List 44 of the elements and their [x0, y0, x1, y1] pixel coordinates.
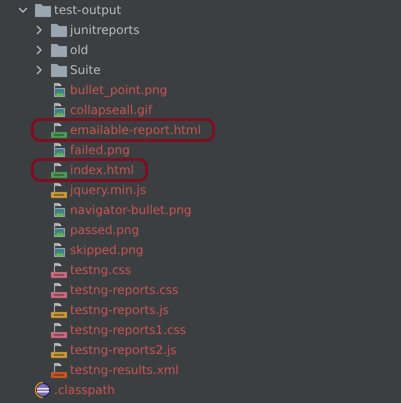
html-file-icon — [51, 122, 67, 138]
chevron-right-icon[interactable] — [34, 65, 44, 75]
chevron-down-icon[interactable] — [18, 5, 28, 15]
tree-item[interactable]: junitreports — [70, 22, 140, 38]
css-file-icon — [51, 262, 67, 278]
image-file-icon — [51, 142, 67, 158]
tree-item[interactable]: .classpath — [54, 382, 115, 398]
tree-item[interactable]: emailable-report.html — [70, 122, 201, 138]
tree-item[interactable]: testng.css — [70, 262, 132, 278]
css-file-icon — [51, 322, 67, 338]
js-file-icon — [51, 182, 67, 198]
tree-item[interactable]: navigator-bullet.png — [70, 202, 192, 218]
folder-icon — [51, 43, 67, 57]
image-file-icon — [51, 202, 67, 218]
xml-file-icon — [51, 362, 67, 378]
tree-item[interactable]: testng-reports1.css — [70, 322, 186, 338]
tree-item[interactable]: index.html — [70, 162, 134, 178]
image-file-icon — [51, 242, 67, 258]
tree-item[interactable]: bullet_point.png — [70, 82, 168, 98]
folder-icon — [35, 3, 51, 17]
tree-item[interactable]: skipped.png — [70, 242, 144, 258]
css-file-icon — [51, 282, 67, 298]
html-file-icon — [51, 162, 67, 178]
tree-item[interactable]: testng-results.xml — [70, 362, 179, 378]
js-file-icon — [51, 342, 67, 358]
eclipse-icon — [35, 382, 51, 398]
image-file-icon — [51, 82, 67, 98]
image-file-icon — [51, 222, 67, 238]
folder-icon — [51, 23, 67, 37]
chevron-right-icon[interactable] — [34, 25, 44, 35]
tree-item[interactable]: failed.png — [70, 142, 130, 158]
js-file-icon — [51, 302, 67, 318]
tree-item[interactable]: jquery.min.js — [70, 182, 146, 198]
tree-item[interactable]: testng-reports.css — [70, 282, 178, 298]
folder-icon — [51, 63, 67, 77]
tree-item[interactable]: collapseall.gif — [70, 102, 152, 118]
tree-item[interactable]: passed.png — [70, 222, 140, 238]
tree-item[interactable]: old — [70, 42, 88, 58]
tree-item[interactable]: test-output — [54, 2, 122, 18]
chevron-right-icon[interactable] — [34, 45, 44, 55]
tree-item[interactable]: Suite — [70, 62, 101, 78]
tree-item[interactable]: testng-reports2.js — [70, 342, 177, 358]
image-file-icon — [51, 102, 67, 118]
tree-item[interactable]: testng-reports.js — [70, 302, 169, 318]
